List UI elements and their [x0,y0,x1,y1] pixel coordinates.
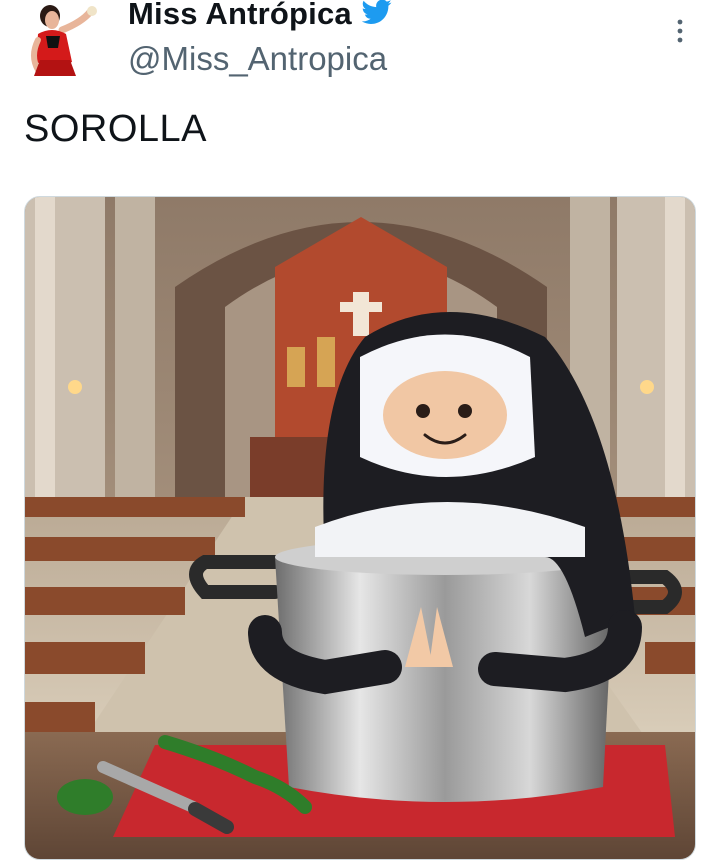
display-name-row[interactable]: Miss Antrópica [128,0,392,34]
more-vertical-icon[interactable] [672,18,688,44]
avatar[interactable] [22,0,110,80]
tweet-image[interactable] [24,196,696,860]
handle[interactable]: @Miss_Antropica [128,40,387,78]
display-name[interactable]: Miss Antrópica [128,0,352,32]
tweet-text: SOROLLA [24,108,208,150]
twitter-bird-icon [361,0,392,30]
